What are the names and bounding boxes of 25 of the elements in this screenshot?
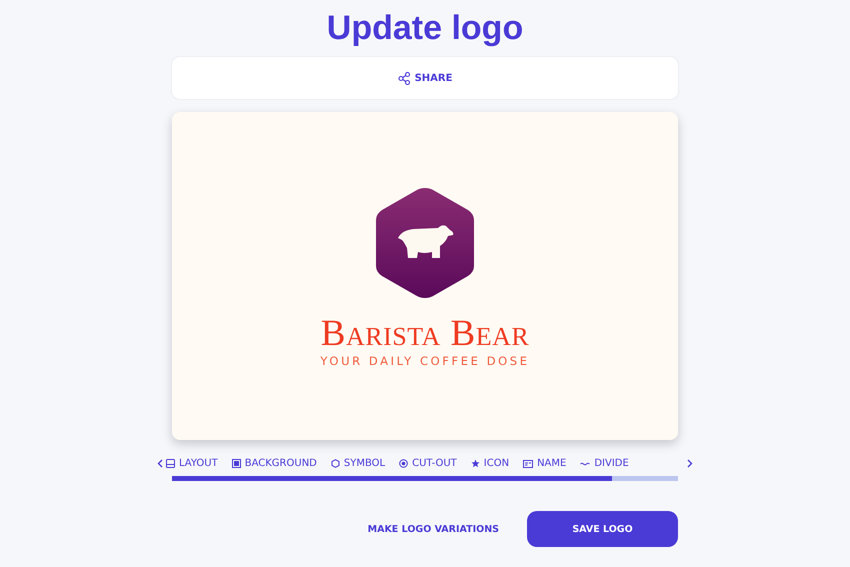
scroll-left-button[interactable] xyxy=(155,457,165,470)
share-button[interactable]: SHARE xyxy=(396,70,454,86)
editor-tab[interactable]: SYMBOL xyxy=(330,458,386,469)
editor-tab[interactable]: LAYOUT xyxy=(166,458,218,469)
star-icon xyxy=(470,459,480,468)
brand-tagline: YOUR DAILY COFFEE DOSE xyxy=(320,354,530,368)
text-box-icon xyxy=(523,460,534,468)
editor-tab[interactable]: DIVIDE xyxy=(580,458,629,469)
editor-tab[interactable]: BACKGROUND xyxy=(232,458,317,469)
editor-tab[interactable]: ICON xyxy=(470,458,510,469)
editor-tab[interactable]: CUT-OUT xyxy=(399,458,457,469)
image-icon xyxy=(232,459,241,468)
brand-name: Barista Bear xyxy=(320,316,530,352)
share-icon xyxy=(398,72,410,84)
hexagon-icon xyxy=(330,459,340,468)
page-title: Update logo xyxy=(326,8,524,48)
circle-dot-icon xyxy=(399,459,408,468)
wave-line-icon xyxy=(580,462,590,466)
chevron-left-icon xyxy=(157,459,163,468)
save-logo-button[interactable]: SAVE LOGO xyxy=(527,511,678,547)
scroll-right-button[interactable] xyxy=(685,457,695,470)
chevron-right-icon xyxy=(687,459,693,468)
editor-tab[interactable]: NAME xyxy=(523,458,566,469)
layout-icon xyxy=(166,459,175,468)
make-variations-link[interactable]: MAKE LOGO VARIATIONS xyxy=(366,522,501,536)
